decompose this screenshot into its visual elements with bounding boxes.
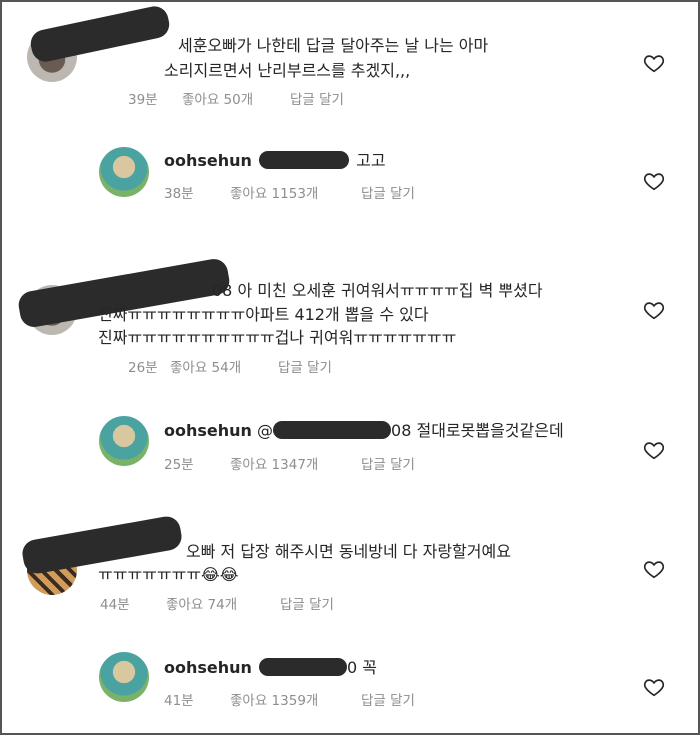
comment-thread: 세훈오빠가 나한테 답글 달아주는 날 나는 아마 소리지르면서 난리부르스를 … — [0, 0, 700, 735]
reply-button[interactable]: 답글 달기 — [361, 182, 415, 202]
comment-meta: 41분 좋아요 1359개 답글 달기 — [164, 689, 415, 709]
heart-icon[interactable] — [643, 299, 665, 321]
likes-count[interactable]: 좋아요 50개 — [182, 88, 290, 108]
heart-icon[interactable] — [643, 558, 665, 580]
comment-text-line: 08 아 미친 오세훈 귀여워서ㅠㅠㅠㅠ집 벽 뿌셨다 — [212, 281, 543, 300]
reply-text: 꼭 — [362, 658, 378, 677]
mention-suffix[interactable]: 08 — [391, 421, 411, 440]
heart-icon[interactable] — [643, 439, 665, 461]
comment-text-line: 오빠 저 답장 해주시면 동네방네 다 자랑할거예요 — [186, 542, 511, 561]
redacted-mention — [259, 151, 350, 169]
reply-button[interactable]: 답글 달기 — [280, 593, 334, 613]
heart-icon[interactable] — [643, 170, 665, 192]
reply-button[interactable]: 답글 달기 — [290, 88, 344, 108]
reply-1: oohsehun 고고 38분 좋아요 1153개 답글 달기 — [2, 122, 698, 237]
redacted-username — [28, 3, 172, 65]
comment-text-line: 진짜ㅠㅠㅠㅠㅠㅠㅠㅠㅠㅠ겁나 귀여워ㅠㅠㅠㅠㅠㅠㅠ — [98, 328, 457, 347]
timestamp: 38분 — [164, 186, 194, 202]
reply-button[interactable]: 답글 달기 — [278, 356, 332, 376]
mention[interactable]: @ — [257, 421, 273, 440]
avatar[interactable] — [99, 147, 149, 197]
likes-count[interactable]: 좋아요 74개 — [166, 593, 280, 613]
likes-count[interactable]: 좋아요 1347개 — [230, 453, 361, 473]
reply-button[interactable]: 답글 달기 — [361, 453, 415, 473]
comment-3: 오빠 저 답장 해주시면 동네방네 다 자랑할거예요 ㅠㅠㅠㅠㅠㅠㅠ😂😂 44분… — [2, 502, 698, 627]
username[interactable]: oohsehun — [164, 421, 252, 440]
timestamp: 41분 — [164, 693, 194, 709]
heart-icon[interactable] — [643, 676, 665, 698]
reply-3: oohsehun 0 꼭 41분 좋아요 1359개 답글 달기 — [2, 627, 698, 733]
timestamp: 25분 — [164, 457, 194, 473]
redacted-mention — [259, 658, 348, 676]
timestamp: 26분 — [128, 360, 158, 376]
likes-count[interactable]: 좋아요 1153개 — [230, 182, 361, 202]
avatar[interactable] — [99, 652, 149, 702]
reply-text: 고고 — [356, 151, 386, 170]
mention-suffix[interactable]: 0 — [347, 658, 357, 677]
avatar[interactable] — [99, 416, 149, 466]
reply-button[interactable]: 답글 달기 — [361, 689, 415, 709]
comment-meta: 39분 좋아요 50개 답글 달기 — [128, 88, 344, 108]
timestamp: 39분 — [128, 92, 158, 108]
comment-text-line: 세훈오빠가 나한테 답글 달아주는 날 나는 아마 — [178, 36, 489, 55]
comment-text-line: 진짜ㅠㅠㅠㅠㅠㅠㅠㅠ아파트 412개 뽑을 수 있다 — [98, 305, 429, 324]
reply-text: 절대로못뽑을것같은데 — [416, 421, 564, 440]
comment-text-line: 소리지르면서 난리부르스를 추겠지,,, — [164, 61, 411, 80]
redacted-mention — [273, 421, 392, 439]
comment-meta: 26분 좋아요 54개 답글 달기 — [128, 356, 332, 376]
reply-2: oohsehun @08 절대로못뽑을것같은데 25분 좋아요 1347개 답글 달… — [2, 387, 698, 502]
likes-count[interactable]: 좋아요 1359개 — [230, 689, 361, 709]
comment-2: 08 아 미친 오세훈 귀여워서ㅠㅠㅠㅠ집 벽 뿌셨다 진짜ㅠㅠㅠㅠㅠㅠㅠㅠ아파… — [2, 237, 698, 387]
comment-1: 세훈오빠가 나한테 답글 달아주는 날 나는 아마 소리지르면서 난리부르스를 … — [2, 2, 698, 122]
comment-meta: 38분 좋아요 1153개 답글 달기 — [164, 182, 415, 202]
comment-meta: 44분 좋아요 74개 답글 달기 — [100, 593, 334, 613]
heart-icon[interactable] — [643, 52, 665, 74]
comment-text-line: ㅠㅠㅠㅠㅠㅠㅠ😂😂 — [98, 565, 239, 584]
username[interactable]: oohsehun — [164, 658, 252, 677]
likes-count[interactable]: 좋아요 54개 — [170, 356, 278, 376]
username[interactable]: oohsehun — [164, 151, 252, 170]
timestamp: 44분 — [100, 597, 130, 613]
comment-meta: 25분 좋아요 1347개 답글 달기 — [164, 453, 415, 473]
